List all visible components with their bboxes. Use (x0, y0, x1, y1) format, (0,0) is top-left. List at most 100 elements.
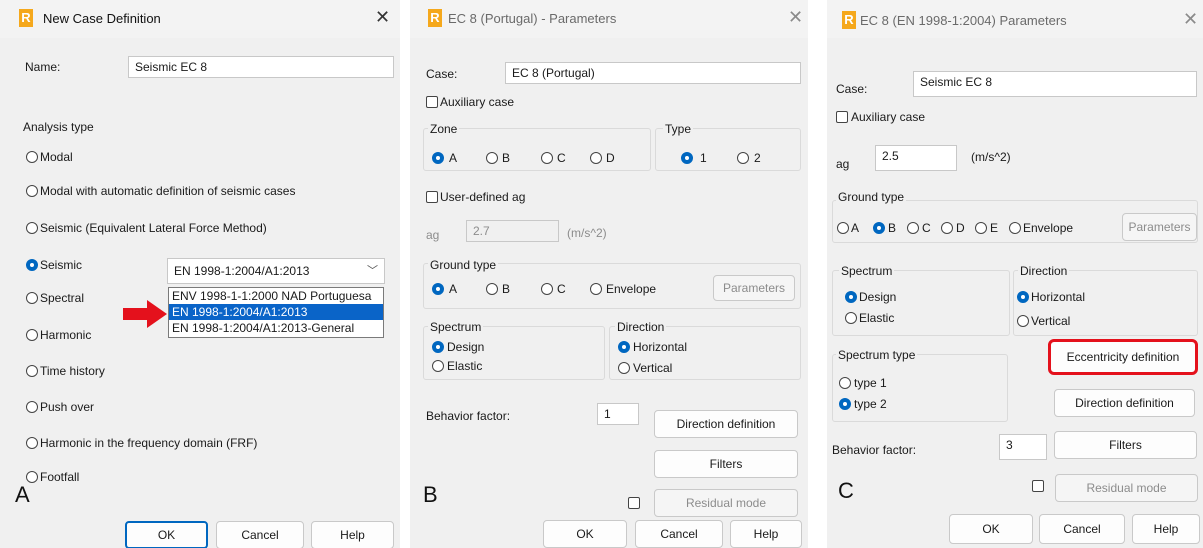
radio-direction-horizontal[interactable] (1017, 291, 1029, 303)
radio-ground-a[interactable] (432, 283, 444, 295)
spectrum-option-label: Design (447, 340, 485, 354)
radio-ground-e[interactable] (975, 222, 987, 234)
radio-type-2[interactable] (737, 152, 749, 164)
radio-seismic[interactable] (26, 259, 38, 271)
behavior-factor-input[interactable]: 1 (597, 403, 639, 425)
option-label: Modal with automatic definition of seism… (40, 184, 296, 198)
option-label: Harmonic in the frequency domain (FRF) (40, 436, 258, 450)
auxiliary-case-checkbox[interactable] (426, 96, 438, 108)
ok-button[interactable]: OK (125, 521, 208, 548)
dropdown-item-selected[interactable]: EN 1998-1:2004/A1:2013 (169, 304, 383, 320)
direction-option-label: Vertical (1031, 314, 1071, 328)
cancel-button[interactable]: Cancel (1039, 514, 1125, 544)
radio-zone-a[interactable] (432, 152, 444, 164)
radio-ground-c[interactable] (907, 222, 919, 234)
parameters-button[interactable]: Parameters (1122, 213, 1197, 241)
auxiliary-case-label: Auxiliary case (440, 95, 515, 109)
radio-harmonic[interactable] (26, 329, 38, 341)
radio-zone-d[interactable] (590, 152, 602, 164)
ground-option-label: B (502, 282, 511, 296)
radio-type-1[interactable] (681, 152, 693, 164)
panel-b-ec8-portugal-parameters: R EC 8 (Portugal) - Parameters ✕ Case: E… (410, 0, 808, 548)
parameters-button[interactable]: Parameters (713, 275, 795, 301)
radio-spectrum-type-2[interactable] (839, 398, 851, 410)
radio-push-over[interactable] (26, 401, 38, 413)
dropdown-item[interactable]: ENV 1998-1-1:2000 NAD Portuguesa (169, 288, 383, 304)
radio-ground-envelope[interactable] (590, 283, 602, 295)
ag-input[interactable]: 2.5 (875, 145, 957, 171)
spectrum-option-label: Design (859, 290, 897, 304)
direction-definition-button[interactable]: Direction definition (654, 410, 798, 438)
eccentricity-definition-button[interactable]: Eccentricity definition (1048, 339, 1198, 375)
ground-option-label: C (557, 282, 566, 296)
residual-mode-checkbox[interactable] (628, 497, 640, 509)
radio-direction-horizontal[interactable] (618, 341, 630, 353)
radio-spectrum-type-1[interactable] (839, 377, 851, 389)
radio-zone-c[interactable] (541, 152, 553, 164)
behavior-factor-input[interactable]: 3 (999, 434, 1047, 460)
ground-type-label: Ground type (836, 190, 907, 204)
close-icon[interactable]: ✕ (1183, 9, 1198, 29)
filters-button[interactable]: Filters (654, 450, 798, 478)
ground-option-label: E (990, 221, 999, 235)
radio-zone-b[interactable] (486, 152, 498, 164)
panel-a-new-case-definition: R New Case Definition ✕ Name: Seismic EC… (0, 0, 400, 548)
radio-spectrum-elastic[interactable] (432, 360, 444, 372)
titlebar: R New Case Definition ✕ (0, 0, 400, 38)
case-input[interactable]: EC 8 (Portugal) (505, 62, 801, 84)
radio-seismic-elfm[interactable] (26, 222, 38, 234)
direction-option-label: Horizontal (1031, 290, 1086, 304)
cancel-button[interactable]: Cancel (216, 521, 304, 548)
radio-time-history[interactable] (26, 365, 38, 377)
radio-ground-b[interactable] (486, 283, 498, 295)
radio-spectrum-design[interactable] (432, 341, 444, 353)
radio-direction-vertical[interactable] (618, 362, 630, 374)
ag-input[interactable]: 2.7 (466, 220, 559, 242)
user-defined-ag-label: User-defined ag (440, 190, 526, 204)
ground-option-label: Envelope (606, 282, 657, 296)
norm-select[interactable]: EN 1998-1:2004/A1:2013 ﹀ (167, 258, 385, 284)
name-input[interactable]: Seismic EC 8 (128, 56, 394, 78)
radio-direction-vertical[interactable] (1017, 315, 1029, 327)
residual-mode-checkbox[interactable] (1032, 480, 1044, 492)
user-defined-ag-checkbox[interactable] (426, 191, 438, 203)
panel-letter: B (423, 482, 438, 507)
radio-modal[interactable] (26, 151, 38, 163)
zone-option-label: D (606, 151, 615, 165)
ag-unit: (m/s^2) (567, 226, 607, 240)
radio-ground-envelope[interactable] (1009, 222, 1021, 234)
residual-mode-button[interactable]: Residual mode (1055, 474, 1198, 502)
help-button[interactable]: Help (311, 521, 394, 548)
option-label: Time history (40, 364, 105, 378)
close-icon[interactable]: ✕ (788, 7, 803, 27)
radio-ground-d[interactable] (941, 222, 953, 234)
ok-button[interactable]: OK (949, 514, 1033, 544)
radio-harmonic-frf[interactable] (26, 437, 38, 449)
auxiliary-case-checkbox[interactable] (836, 111, 848, 123)
radio-spectral[interactable] (26, 292, 38, 304)
filters-button[interactable]: Filters (1054, 431, 1197, 459)
radio-ground-a[interactable] (837, 222, 849, 234)
zone-option-label: C (557, 151, 566, 165)
radio-modal-auto[interactable] (26, 185, 38, 197)
ground-option-label: A (449, 282, 458, 296)
radio-spectrum-design[interactable] (845, 291, 857, 303)
residual-mode-button[interactable]: Residual mode (654, 489, 798, 517)
ground-option-label: B (888, 221, 897, 235)
radio-ground-c[interactable] (541, 283, 553, 295)
dialog-title: EC 8 (EN 1998-1:2004) Parameters (860, 13, 1067, 28)
radio-ground-b[interactable] (873, 222, 885, 234)
close-icon[interactable]: ✕ (375, 7, 390, 27)
norm-dropdown-list: ENV 1998-1-1:2000 NAD Portuguesa EN 1998… (168, 287, 384, 338)
radio-spectrum-elastic[interactable] (845, 312, 857, 324)
cancel-button[interactable]: Cancel (635, 520, 723, 548)
ag-label: ag (836, 157, 850, 171)
ok-button[interactable]: OK (543, 520, 627, 548)
direction-definition-button[interactable]: Direction definition (1054, 389, 1195, 417)
behavior-factor-label: Behavior factor: (832, 443, 917, 457)
dropdown-item[interactable]: EN 1998-1:2004/A1:2013-General (169, 320, 383, 336)
ground-type-label: Ground type (428, 258, 499, 272)
help-button[interactable]: Help (730, 520, 802, 548)
help-button[interactable]: Help (1132, 514, 1200, 544)
case-input[interactable]: Seismic EC 8 (913, 71, 1197, 97)
